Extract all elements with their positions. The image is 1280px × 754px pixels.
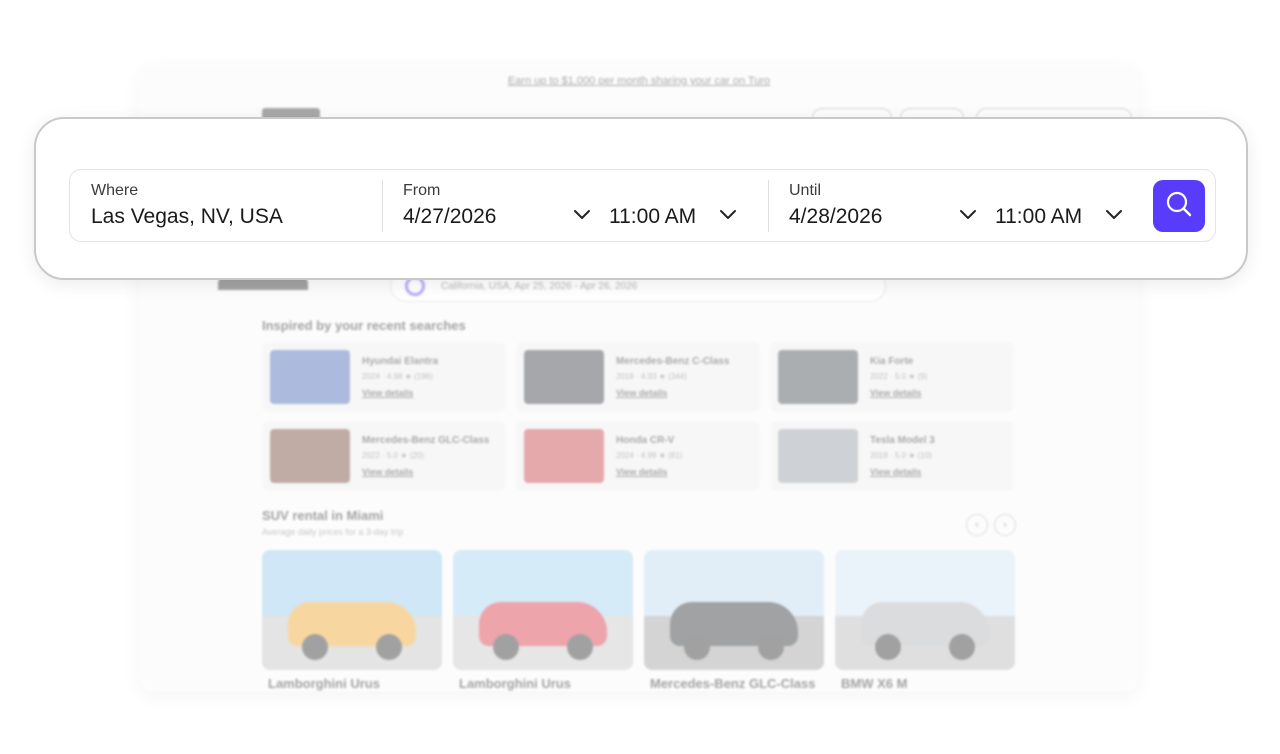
carousel-prev-button[interactable]: ‹ (966, 514, 988, 536)
chevron-down-icon[interactable] (959, 209, 977, 221)
recent-searches-heading: Inspired by your recent searches (262, 318, 466, 333)
suv-card-title[interactable]: Lamborghini Urus (268, 676, 380, 691)
car-meta: 2018 · 5.0 ★ (10) (870, 451, 932, 460)
from-time-select[interactable]: 11:00 AM (609, 205, 696, 229)
car-meta: 2024 · 4.98 ★ (196) (362, 372, 433, 381)
car-name: Honda CR-V (616, 435, 675, 446)
view-details-link[interactable]: View details (616, 467, 667, 477)
suv-card-image[interactable] (644, 550, 824, 670)
until-date-select[interactable]: 4/28/2026 (789, 205, 882, 229)
car-thumbnail (270, 429, 350, 483)
stage: Earn up to $1,000 per month sharing your… (0, 0, 1280, 754)
suv-card-image[interactable] (835, 550, 1015, 670)
recent-card[interactable]: Honda CR-V 2024 · 4.99 ★ (81) View detai… (516, 421, 760, 491)
until-time-select[interactable]: 11:00 AM (995, 205, 1082, 229)
car-name: Kia Forte (870, 356, 914, 367)
carousel-next-button[interactable]: › (994, 514, 1016, 536)
car-meta: 2024 · 4.99 ★ (81) (616, 451, 683, 460)
recent-card[interactable]: Mercedes-Benz C-Class 2018 · 4.93 ★ (344… (516, 342, 760, 412)
car-thumbnail (524, 429, 604, 483)
chevron-down-icon[interactable] (573, 209, 591, 221)
search-button[interactable] (1153, 180, 1205, 232)
suv-card-title[interactable]: BMW X6 M (841, 676, 907, 691)
car-thumbnail (778, 429, 858, 483)
suv-card-image[interactable] (262, 550, 442, 670)
view-details-link[interactable]: View details (616, 388, 667, 398)
suv-card-title[interactable]: Lamborghini Urus (459, 676, 571, 691)
view-details-link[interactable]: View details (362, 467, 413, 477)
promo-banner[interactable]: Earn up to $1,000 per month sharing your… (140, 64, 1138, 98)
car-name: Hyundai Elantra (362, 356, 439, 367)
search-summary-text: California, USA, Apr 25, 2026 - Apr 26, … (441, 280, 638, 292)
from-label: From (403, 182, 441, 199)
car-name: Mercedes-Benz C-Class (616, 356, 730, 367)
wheel (684, 634, 710, 660)
search-panel: Where Las Vegas, NV, USA From 4/27/2026 … (34, 117, 1248, 280)
car-meta: 2022 · 5.0 ★ (20) (362, 451, 424, 460)
wheel (376, 634, 402, 660)
view-details-link[interactable]: View details (362, 388, 413, 398)
car-thumbnail (778, 350, 858, 404)
car-thumbnail (270, 350, 350, 404)
recent-card[interactable]: Kia Forte 2022 · 5.0 ★ (9) View details (770, 342, 1014, 412)
wheel (875, 634, 901, 660)
car-meta: 2018 · 4.93 ★ (344) (616, 372, 687, 381)
until-label: Until (789, 182, 822, 199)
car-name: Mercedes-Benz GLC-Class (362, 435, 490, 446)
from-date-select[interactable]: 4/27/2026 (403, 205, 496, 229)
where-label: Where (91, 182, 139, 199)
recent-card[interactable]: Tesla Model 3 2018 · 5.0 ★ (10) View det… (770, 421, 1014, 491)
wheel (949, 634, 975, 660)
wheel (567, 634, 593, 660)
chevron-down-icon[interactable] (1105, 209, 1123, 221)
suv-section-heading: SUV rental in Miami (262, 508, 384, 523)
where-input[interactable]: Las Vegas, NV, USA (91, 205, 283, 229)
field-divider (382, 180, 383, 232)
field-divider (768, 180, 769, 232)
suv-card-image[interactable] (453, 550, 633, 670)
suv-card-title[interactable]: Mercedes-Benz GLC-Class (650, 676, 815, 691)
suv-section-subtitle: Average daily prices for a 3-day trip (262, 527, 404, 537)
car-meta: 2022 · 5.0 ★ (9) (870, 372, 928, 381)
search-icon (1165, 190, 1193, 223)
chevron-down-icon[interactable] (719, 209, 737, 221)
recent-card[interactable]: Hyundai Elantra 2024 · 4.98 ★ (196) View… (262, 342, 506, 412)
wheel (302, 634, 328, 660)
search-bar: Where Las Vegas, NV, USA From 4/27/2026 … (69, 169, 1216, 242)
view-details-link[interactable]: View details (870, 467, 921, 477)
car-name: Tesla Model 3 (870, 435, 935, 446)
recent-card[interactable]: Mercedes-Benz GLC-Class 2022 · 5.0 ★ (20… (262, 421, 506, 491)
view-details-link[interactable]: View details (870, 388, 921, 398)
wheel (493, 634, 519, 660)
wheel (758, 634, 784, 660)
car-thumbnail (524, 350, 604, 404)
